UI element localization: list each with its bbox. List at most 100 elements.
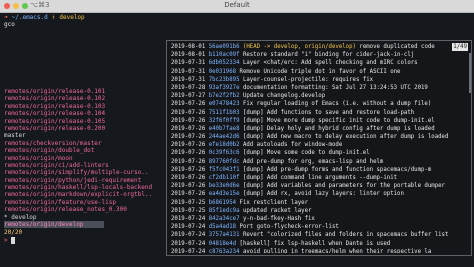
log-hash: e40b7fae8 — [208, 125, 240, 132]
branch-item[interactable]: remotes/origin/release-0.103 — [4, 103, 164, 110]
log-row: 2019-07-26 e40b7fae8 [dump] Delay holy a… — [171, 125, 469, 133]
log-date: 2019-07-26 — [171, 117, 206, 124]
log-date: 2019-07-27 — [171, 93, 206, 100]
branch-name: remotes/origin/moon — [4, 154, 73, 162]
log-message: [dump] Add functions to save and restore… — [242, 109, 415, 116]
log-date: 2019-07-24 — [171, 224, 206, 231]
log-hash: 3757a4131 — [208, 232, 240, 239]
branch-name: remotes/origin/simplify/multiple-curso.. — [4, 169, 149, 177]
branch-item[interactable]: * develop — [4, 214, 164, 221]
branch-item[interactable]: remotes/origin/release-0.105 — [4, 118, 164, 125]
log-date: 2019-07-26 — [171, 134, 206, 141]
branch-item[interactable]: master — [4, 132, 164, 139]
log-hash: 7511f1b03 — [208, 109, 240, 116]
log-date: 2019-07-26 — [171, 125, 206, 132]
preview-scrollbar[interactable] — [469, 53, 471, 93]
branch-name: remotes/origin/markdown/explicit-orgtbl.… — [4, 191, 153, 199]
branch-item[interactable]: remotes/origin/release-0.104 — [4, 110, 164, 117]
cursor — [10, 236, 15, 244]
log-message: Port goto-flycheck-error-list — [239, 224, 339, 231]
log-row: 2019-07-26 ea4d3e15e [dump] Add rx, avoi… — [171, 190, 469, 198]
branch-name: remotes/origin/release_notes_0.300 — [4, 206, 127, 214]
log-date: 2019-07-26 — [171, 101, 206, 108]
log-date: 2019-07-28 — [171, 84, 206, 91]
page-indicator: 1/49 — [452, 43, 468, 51]
filter-input[interactable]: > — [4, 236, 164, 244]
log-row: 2019-08-01 b110ac09f Restore standard "i… — [171, 51, 469, 59]
log-date: 2019-07-26 — [171, 175, 206, 181]
log-date: 2019-07-26 — [171, 158, 206, 165]
branch-item[interactable]: remotes/origin/simplify/multiple-curso.. — [4, 169, 164, 176]
log-message: avoid pulling in treemacs/helm when thei… — [242, 248, 432, 253]
log-message: [dump] Add command line arguments --dump… — [242, 175, 398, 181]
log-hash: 0e031968 — [208, 68, 237, 75]
branch-item[interactable]: remotes/checkversion/master — [4, 140, 164, 147]
branch-item[interactable]: remotes/origin/release-0.101 — [4, 88, 164, 95]
log-message: Update changelog.develop — [242, 93, 326, 100]
branch-item[interactable]: remotes/origin/ci/add-linters — [4, 162, 164, 169]
branch-name: remotes/origin/python/jedi-requirement — [4, 176, 142, 184]
branch-item[interactable]: remotes/origin/release-0.102 — [4, 95, 164, 102]
log-row: 2019-07-26 244ae42d6 [dump] Add new macr… — [171, 133, 469, 141]
log-row: 2019-07-27 b7e2f2fb2 Update changelog.de… — [171, 92, 469, 100]
log-message: y-n-bad-fkey-Hash fix — [242, 215, 315, 222]
branch-item[interactable]: remotes/origin/moon — [4, 155, 164, 162]
log-date: 2019-07-24 — [171, 215, 206, 222]
log-message: Layer-counsel-projectile: requires fix — [242, 76, 374, 83]
log-date: 2019-07-26 — [171, 150, 206, 157]
log-row: 2019-07-24 842a34ce7 y-n-bad-fkey-Hash f… — [171, 215, 469, 223]
branch-item[interactable]: remotes/origin/release_notes_0.300 — [4, 206, 164, 213]
log-date: 2019-07-26 — [171, 191, 206, 198]
git-log-preview: 2019-08-01 56ae091b6 (HEAD -> develop, o… — [166, 40, 472, 256]
log-row: 2019-07-26 7511f1b03 [dump] Add function… — [171, 109, 469, 117]
prompt-path: ~/.emacs.d — [11, 14, 48, 21]
log-hash: d5a4ad18 — [208, 224, 237, 231]
log-message: [haskell] fix lsp-haskell when Dante is … — [239, 240, 391, 247]
current-branch-marker: * — [4, 213, 8, 221]
log-row: 2019-07-26 897760fdc Add pre-dump for or… — [171, 158, 469, 166]
branch-name: remotes/origin/double_dot — [4, 147, 95, 155]
log-message: [dump] Add rx, avoid lazy layers: linter… — [242, 191, 404, 198]
log-row: 2019-07-26 0c39f63c6 [dump] Move some co… — [171, 149, 469, 157]
branch-item[interactable]: remotes/origin/python/jedi-requirement — [4, 177, 164, 184]
log-row: 2019-07-28 93af3927e documentation forma… — [171, 84, 469, 92]
log-row: 2019-07-24 04818e4d [haskell] fix lsp-ha… — [171, 240, 469, 248]
log-message: updated racket layer — [242, 207, 312, 214]
log-hash: 32f6f0ff9 — [208, 117, 240, 124]
branch-name: remotes/checkversion/master — [4, 139, 102, 147]
branch-item[interactable]: remotes/origin/haskell/lsp-locals-backen… — [4, 184, 164, 191]
log-hash: 7bc23b895 — [208, 76, 240, 83]
log-hash: be33e0d6e — [208, 183, 240, 190]
log-message: Remove Unicode triple dot in favor of AS… — [239, 68, 401, 75]
log-date: 2019-07-26 — [171, 142, 206, 149]
log-row: 2019-07-31 6db052334 Layer <chat/erc: Ad… — [171, 59, 469, 67]
log-ref: (HEAD -> develop, origin/develop) — [242, 44, 356, 50]
filter-prompt: > — [4, 236, 8, 244]
branch-item[interactable]: remotes/origin/develop — [4, 221, 104, 229]
branch-name: remotes/origin/ci/add-linters — [4, 161, 109, 169]
branch-name: remotes/origin/release-0.101 — [4, 88, 106, 95]
log-hash: 85f1edc9a — [208, 207, 240, 214]
branch-name: remotes/origin/feature/use-lisp — [4, 198, 116, 206]
log-row: 2019-07-24 d5a4ad18 Port goto-flycheck-e… — [171, 223, 469, 231]
log-row: 2019-07-31 7bc23b895 Layer-counsel-proje… — [171, 76, 469, 84]
prompt-branch: develop — [59, 14, 85, 21]
branch-item[interactable]: remotes/origin/release-0.200 — [4, 125, 164, 132]
log-row: 2019-07-26 e07478423 Fix regular loading… — [171, 100, 469, 108]
branch-name: remotes/origin/release-0.104 — [4, 110, 106, 118]
log-hash: cf2db110f — [208, 175, 240, 181]
log-date: 2019-08-01 — [171, 44, 206, 50]
log-row: 2019-07-26 cf2db110f [dump] Add command … — [171, 174, 469, 182]
branch-item[interactable]: remotes/origin/markdown/explicit-orgtbl.… — [4, 191, 164, 198]
log-hash: b6861954 — [208, 199, 237, 206]
match-counter: 20/20 — [4, 229, 23, 237]
branch-name: master — [4, 132, 26, 140]
log-date: 2019-07-26 — [171, 109, 206, 116]
log-message: [dump] Delay holy and hybrid config afte… — [242, 125, 435, 132]
git-log-list: 2019-08-01 56ae091b6 (HEAD -> develop, o… — [171, 43, 469, 253]
branch-item[interactable]: remotes/origin/feature/use-lisp — [4, 199, 164, 206]
branch-name: remotes/origin/develop — [4, 221, 84, 229]
branch-item[interactable]: remotes/origin/double_dot — [4, 147, 164, 154]
log-message: [dump] Add new macro to delay execution … — [242, 134, 449, 141]
log-message: Layer <chat/erc: Add spell checking and … — [242, 60, 418, 67]
